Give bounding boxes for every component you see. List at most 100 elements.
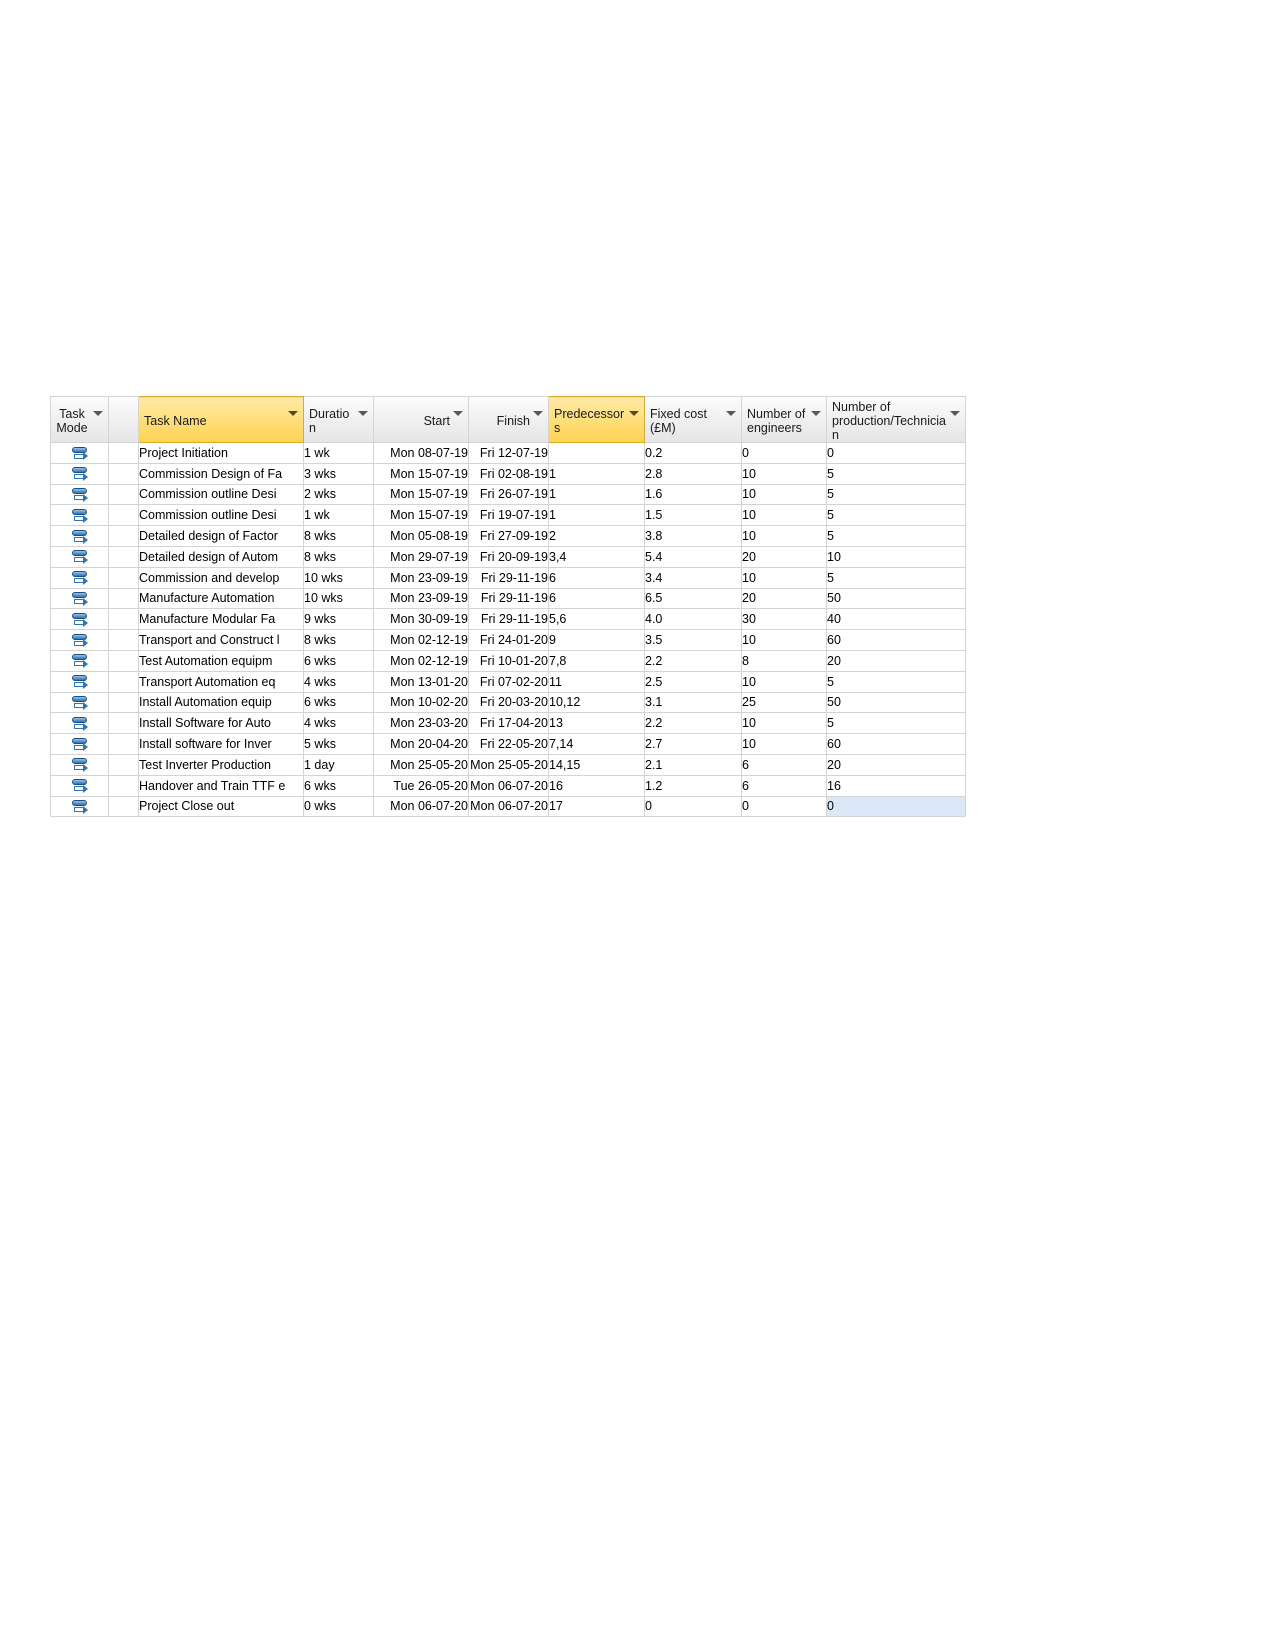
cell-start[interactable]: Mon 02-12-19	[373, 649, 469, 672]
cell-engineers[interactable]: 20	[741, 545, 827, 568]
table-row[interactable]: Commission outline Desi 2 wks Mon 15-07-19…	[50, 483, 966, 506]
cell-production[interactable]: 60	[826, 733, 966, 755]
cell-finish[interactable]: Fri 27-09-19	[468, 525, 549, 547]
cell-finish[interactable]: Mon 06-07-20	[468, 774, 549, 797]
cell-start[interactable]: Mon 30-09-19	[373, 608, 469, 631]
cell-engineers[interactable]: 6	[741, 753, 827, 776]
table-row[interactable]: Install software for Inver 5 wks Mon 20-04…	[50, 733, 966, 755]
cell-duration[interactable]: 10 wks	[303, 566, 374, 589]
cell-start[interactable]: Mon 23-09-19	[373, 566, 469, 589]
cell-start[interactable]: Mon 15-07-19	[373, 462, 469, 485]
cell-duration[interactable]: 9 wks	[303, 608, 374, 631]
cell-duration[interactable]: 6 wks	[303, 774, 374, 797]
cell-fixed-cost[interactable]: 3.1	[644, 691, 742, 714]
cell-production[interactable]: 10	[826, 545, 966, 568]
cell-production[interactable]: 5	[826, 483, 966, 506]
cell-task-mode[interactable]	[50, 566, 109, 589]
cell-predecessors[interactable]: 9	[548, 629, 645, 651]
cell-production[interactable]: 20	[826, 753, 966, 776]
cell-finish[interactable]: Fri 29-11-19	[468, 608, 549, 631]
cell-duration[interactable]: 1 wk	[303, 504, 374, 527]
column-header-duration[interactable]: Duration	[303, 396, 374, 443]
cell-start[interactable]: Mon 08-07-19	[373, 442, 469, 464]
column-header-engineers[interactable]: Number of engineers	[741, 396, 827, 443]
cell-production[interactable]: 5	[826, 670, 966, 693]
filter-dropdown-icon-fixed-cost[interactable]	[726, 411, 736, 416]
cell-task-mode[interactable]	[50, 483, 109, 506]
cell-task-name[interactable]: Install software for Inver	[138, 733, 304, 755]
cell-indicator[interactable]	[108, 712, 139, 735]
cell-task-name[interactable]: Install Automation equip	[138, 691, 304, 714]
cell-indicator[interactable]	[108, 525, 139, 547]
cell-predecessors[interactable]: 10,12	[548, 691, 645, 714]
cell-task-name[interactable]: Test Automation equipm	[138, 649, 304, 672]
cell-fixed-cost[interactable]: 2.8	[644, 462, 742, 485]
column-header-finish[interactable]: Finish	[468, 396, 549, 443]
column-header-production[interactable]: Number of production/Technician	[826, 396, 966, 443]
cell-indicator[interactable]	[108, 442, 139, 464]
cell-indicator[interactable]	[108, 629, 139, 651]
cell-predecessors[interactable]: 6	[548, 587, 645, 610]
cell-task-mode[interactable]	[50, 608, 109, 631]
table-row[interactable]: Test Inverter Production 1 day Mon 25-05-2…	[50, 753, 966, 776]
cell-task-mode[interactable]	[50, 712, 109, 735]
filter-dropdown-icon-production[interactable]	[950, 411, 960, 416]
column-header-start[interactable]: Start	[373, 396, 469, 443]
cell-predecessors[interactable]: 17	[548, 795, 645, 818]
cell-indicator[interactable]	[108, 608, 139, 631]
cell-predecessors[interactable]	[548, 442, 645, 464]
column-header-predecessors[interactable]: Predecessors	[548, 396, 645, 443]
cell-finish[interactable]: Fri 22-05-20	[468, 733, 549, 755]
cell-production[interactable]: 5	[826, 504, 966, 527]
cell-fixed-cost[interactable]: 2.2	[644, 649, 742, 672]
table-row[interactable]: Handover and Train TTF e6 wks Tue 26-05-2…	[50, 774, 966, 797]
cell-predecessors[interactable]: 5,6	[548, 608, 645, 631]
cell-indicator[interactable]	[108, 691, 139, 714]
cell-task-name[interactable]: Commission outline Desi	[138, 504, 304, 527]
cell-predecessors[interactable]: 1	[548, 462, 645, 485]
cell-predecessors[interactable]: 7,14	[548, 733, 645, 755]
cell-production[interactable]: 5	[826, 712, 966, 735]
cell-indicator[interactable]	[108, 795, 139, 818]
cell-task-name[interactable]: Detailed design of Autom	[138, 545, 304, 568]
cell-task-name[interactable]: Detailed design of Factor	[138, 525, 304, 547]
table-row[interactable]: Commission Design of Fa 3 wks Mon 15-07-19…	[50, 462, 966, 485]
cell-engineers[interactable]: 10	[741, 462, 827, 485]
cell-duration[interactable]: 4 wks	[303, 670, 374, 693]
cell-predecessors[interactable]: 7,8	[548, 649, 645, 672]
table-row[interactable]: Manufacture Modular Fa 9 wks Mon 30-09-19 F…	[50, 608, 966, 631]
table-row[interactable]: Test Automation equipm 6 wks Mon 02-12-19 F…	[50, 649, 966, 672]
table-row[interactable]: Project Close out 0 wks Mon 06-07-20 Mon 06…	[50, 795, 966, 818]
cell-fixed-cost[interactable]: 2.7	[644, 733, 742, 755]
cell-task-name[interactable]: Handover and Train TTF e	[138, 774, 304, 797]
cell-indicator[interactable]	[108, 774, 139, 797]
cell-start[interactable]: Mon 05-08-19	[373, 525, 469, 547]
table-row[interactable]: Install Automation equip 6 wks Mon 10-02-2…	[50, 691, 966, 714]
cell-production[interactable]: 5	[826, 462, 966, 485]
cell-engineers[interactable]: 0	[741, 795, 827, 818]
cell-duration[interactable]: 1 day	[303, 753, 374, 776]
cell-indicator[interactable]	[108, 733, 139, 755]
filter-dropdown-icon-start[interactable]	[453, 411, 463, 416]
cell-indicator[interactable]	[108, 566, 139, 589]
cell-start[interactable]: Mon 06-07-20	[373, 795, 469, 818]
cell-engineers[interactable]: 6	[741, 774, 827, 797]
cell-duration[interactable]: 0 wks	[303, 795, 374, 818]
cell-duration[interactable]: 8 wks	[303, 525, 374, 547]
cell-task-name[interactable]: Manufacture Modular Fa	[138, 608, 304, 631]
cell-finish[interactable]: Fri 07-02-20	[468, 670, 549, 693]
cell-duration[interactable]: 10 wks	[303, 587, 374, 610]
cell-task-mode[interactable]	[50, 670, 109, 693]
cell-engineers[interactable]: 10	[741, 525, 827, 547]
cell-duration[interactable]: 3 wks	[303, 462, 374, 485]
cell-production[interactable]: 20	[826, 649, 966, 672]
cell-duration[interactable]: 4 wks	[303, 712, 374, 735]
cell-finish[interactable]: Fri 19-07-19	[468, 504, 549, 527]
cell-production[interactable]: 50	[826, 691, 966, 714]
cell-indicator[interactable]	[108, 753, 139, 776]
cell-predecessors[interactable]: 2	[548, 525, 645, 547]
cell-predecessors[interactable]: 3,4	[548, 545, 645, 568]
cell-task-mode[interactable]	[50, 733, 109, 755]
cell-fixed-cost[interactable]: 3.4	[644, 566, 742, 589]
cell-indicator[interactable]	[108, 587, 139, 610]
